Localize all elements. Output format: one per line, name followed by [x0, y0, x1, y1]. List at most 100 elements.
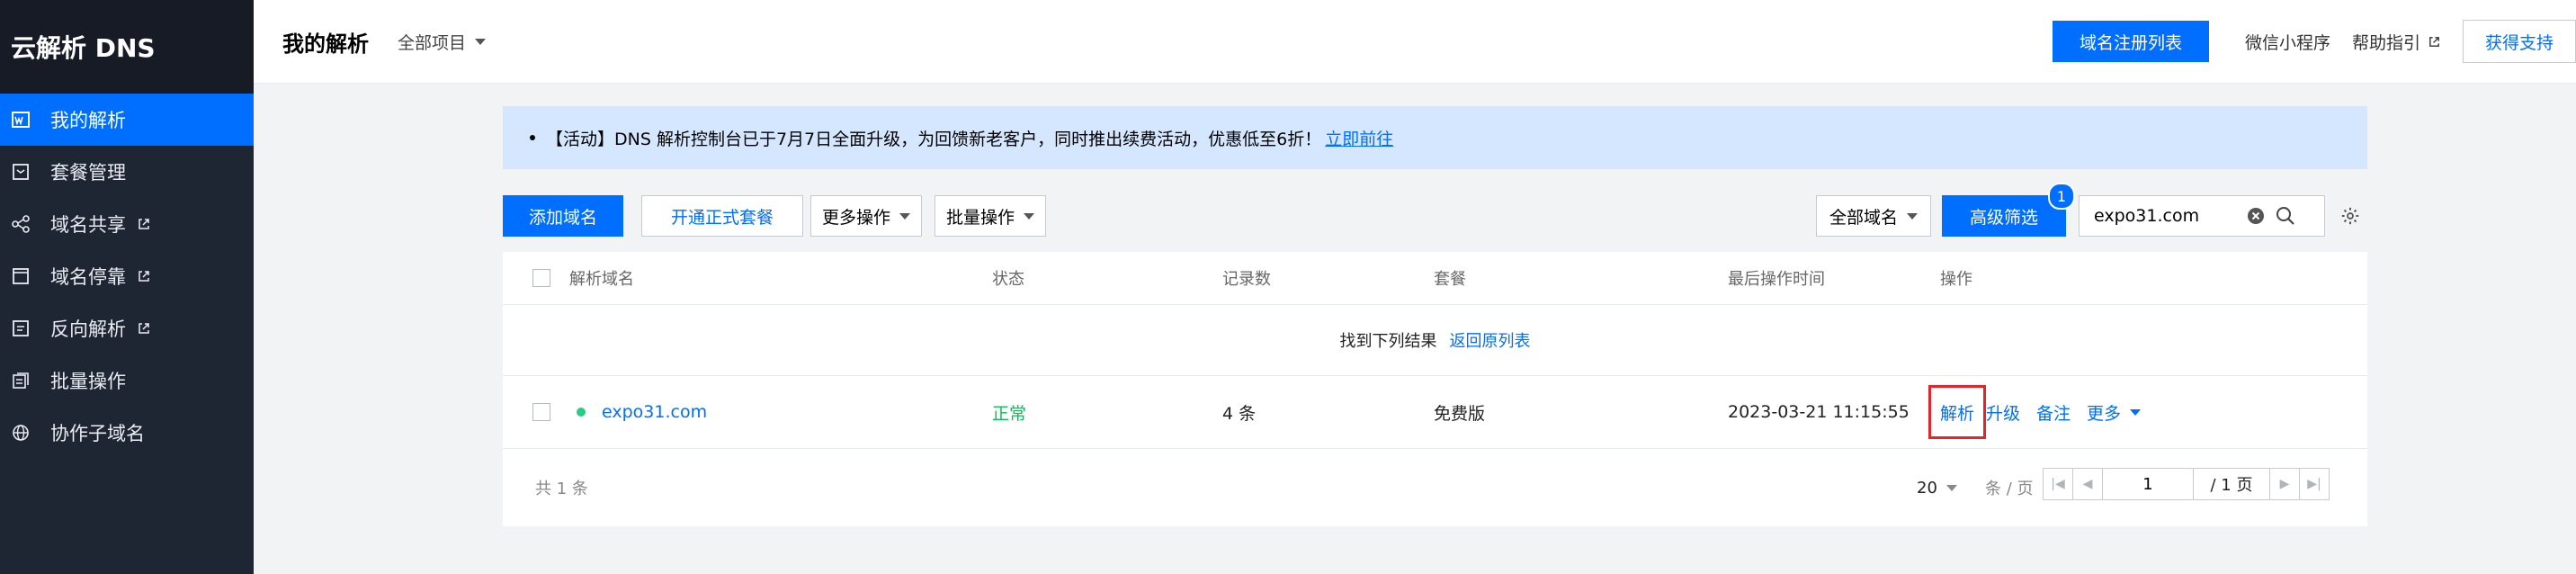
table-header: 解析域名 状态 记录数 套餐 最后操作时间 操作: [503, 252, 2367, 305]
help-guide-label: 帮助指引: [2351, 32, 2420, 53]
page-size-value: 20: [1917, 478, 1937, 498]
first-page-icon[interactable]: |◀: [2044, 469, 2072, 499]
bullet-icon: [530, 135, 535, 140]
batch-actions-label: 批量操作: [945, 207, 1015, 228]
pagination: |◀ ◀ 1 / 1 页 ▶ ▶|: [2043, 468, 2330, 500]
total-count: 共 1 条: [535, 480, 588, 498]
domain-register-list-button[interactable]: 域名注册列表: [2052, 21, 2209, 62]
domain-filter-label: 全部域名: [1829, 207, 1898, 228]
filter-count-badge: 1: [2048, 183, 2075, 210]
sidebar-item-domain-share[interactable]: 域名共享: [0, 198, 254, 250]
search-result-row: 找到下列结果 返回原列表: [503, 305, 2367, 376]
open-package-button[interactable]: 开通正式套餐: [641, 195, 803, 237]
page-title: 我的解析: [282, 31, 369, 57]
search-result-text: 找到下列结果: [1339, 332, 1437, 351]
chevron-down-icon: [475, 38, 487, 45]
package-icon: [11, 162, 31, 182]
sidebar-item-my-dns[interactable]: 我的解析: [0, 94, 254, 146]
sidebar-brand: 云解析 DNS: [0, 0, 254, 94]
wechat-miniprogram-link[interactable]: 微信小程序: [2245, 30, 2330, 54]
row-checkbox[interactable]: [532, 403, 550, 421]
domain-filter-select[interactable]: 全部域名: [1816, 195, 1931, 237]
advanced-filter-label: 高级筛选: [1969, 207, 2038, 228]
chevron-down-icon: [2130, 408, 2142, 416]
status-dot-icon: [577, 408, 586, 417]
external-link-icon: [2429, 36, 2439, 47]
globe-icon: [11, 423, 31, 443]
last-modified-time: 2023-03-21 11:15:55: [1728, 402, 1910, 422]
sidebar-item-batch[interactable]: 批量操作: [0, 354, 254, 407]
last-page-icon[interactable]: ▶|: [2299, 469, 2329, 499]
select-all-checkbox[interactable]: [532, 269, 550, 287]
toolbar: 添加域名 开通正式套餐 更多操作 批量操作 全部域名 高级筛选 1: [503, 183, 2367, 237]
upgrade-link[interactable]: 升级: [1986, 400, 2020, 425]
settings-gear-icon[interactable]: [2334, 195, 2366, 237]
more-label: 更多: [2087, 403, 2122, 424]
domain-icon: [11, 110, 31, 130]
sidebar-item-label: 套餐管理: [50, 162, 126, 184]
more-actions-dropdown[interactable]: 更多: [2087, 400, 2142, 425]
sidebar-item-packages[interactable]: 套餐管理: [0, 146, 254, 198]
page-input[interactable]: 1: [2102, 469, 2194, 499]
back-to-list-link[interactable]: 返回原列表: [1450, 328, 1531, 352]
get-support-button[interactable]: 获得支持: [2463, 20, 2576, 63]
chevron-down-icon: [1024, 212, 1034, 220]
external-link-icon: [137, 269, 151, 283]
sidebar-item-label: 我的解析: [50, 110, 126, 131]
chevron-down-icon: [1945, 484, 1957, 491]
note-link[interactable]: 备注: [2036, 400, 2071, 425]
advanced-filter-button[interactable]: 高级筛选 1: [1942, 183, 2075, 237]
sidebar-item-label: 域名共享: [50, 214, 126, 236]
package-name: 免费版: [1434, 403, 1486, 424]
prev-page-icon[interactable]: ◀: [2072, 469, 2102, 499]
batch-icon: [11, 371, 31, 390]
activity-notice: 【活动】DNS 解析控制台已于7月7日全面升级，为回馈新老客户，同时推出续费活动…: [503, 106, 2367, 169]
row-actions: 解析 升级 备注 更多: [1928, 376, 2142, 448]
column-header-actions: 操作: [1940, 270, 1972, 289]
page-size-select[interactable]: 20: [1917, 449, 1957, 526]
more-actions-label: 更多操作: [821, 207, 890, 228]
sidebar-item-label: 域名停靠: [50, 266, 126, 288]
domain-link[interactable]: expo31.com: [602, 402, 707, 422]
status-text: 正常: [992, 403, 1027, 424]
project-select-value: 全部项目: [398, 32, 467, 53]
batch-actions-select[interactable]: 批量操作: [935, 195, 1046, 237]
project-select[interactable]: 全部项目: [398, 30, 487, 54]
notice-link[interactable]: 立即前往: [1325, 126, 1393, 150]
resolve-action-highlight: 解析: [1928, 385, 1987, 439]
column-header-status: 状态: [992, 270, 1024, 289]
header-actions: 域名注册列表 微信小程序 帮助指引 获得支持: [2052, 0, 2576, 83]
search-box: [2079, 195, 2325, 237]
column-header-last-modified: 最后操作时间: [1728, 270, 1825, 289]
sidebar-item-label: 协作子域名: [50, 423, 145, 444]
more-actions-select[interactable]: 更多操作: [810, 195, 922, 237]
help-guide-link[interactable]: 帮助指引: [2352, 30, 2441, 54]
page-total: / 1 页: [2210, 476, 2253, 495]
column-header-domain: 解析域名: [569, 270, 634, 289]
search-icon[interactable]: [2276, 206, 2295, 226]
column-header-package: 套餐: [1434, 270, 1466, 289]
parking-icon: [11, 266, 31, 286]
reverse-icon: [11, 318, 31, 338]
column-header-records: 记录数: [1222, 270, 1271, 289]
sidebar-item-label: 反向解析: [50, 318, 126, 340]
chevron-down-icon: [1907, 212, 1918, 220]
add-domain-button[interactable]: 添加域名: [503, 195, 623, 237]
notice-text: 【活动】DNS 解析控制台已于7月7日全面升级，为回馈新老客户，同时推出续费活动…: [546, 129, 1322, 149]
share-icon: [11, 214, 31, 234]
sidebar-item-subdomain[interactable]: 协作子域名: [0, 407, 254, 459]
domain-table: 解析域名 状态 记录数 套餐 最后操作时间 操作 找到下列结果 返回原列表 ex…: [503, 252, 2367, 526]
next-page-icon[interactable]: ▶: [2269, 469, 2299, 499]
external-link-icon: [137, 321, 151, 336]
chevron-down-icon: [899, 212, 910, 220]
sidebar-item-label: 批量操作: [50, 371, 126, 392]
resolve-link[interactable]: 解析: [1940, 400, 1974, 425]
sidebar: 云解析 DNS 我的解析 套餐管理 域名共享 域名停靠 反向解析 批量操作 协作…: [0, 0, 254, 574]
search-input[interactable]: [2092, 205, 2231, 227]
record-count: 4 条: [1222, 403, 1257, 424]
sidebar-item-domain-parking[interactable]: 域名停靠: [0, 250, 254, 302]
table-footer: 共 1 条 20 条 / 页 |◀ ◀ 1 / 1 页 ▶ ▶|: [503, 449, 2367, 526]
sidebar-item-reverse-dns[interactable]: 反向解析: [0, 302, 254, 354]
external-link-icon: [137, 217, 151, 231]
clear-icon[interactable]: [2247, 207, 2265, 225]
